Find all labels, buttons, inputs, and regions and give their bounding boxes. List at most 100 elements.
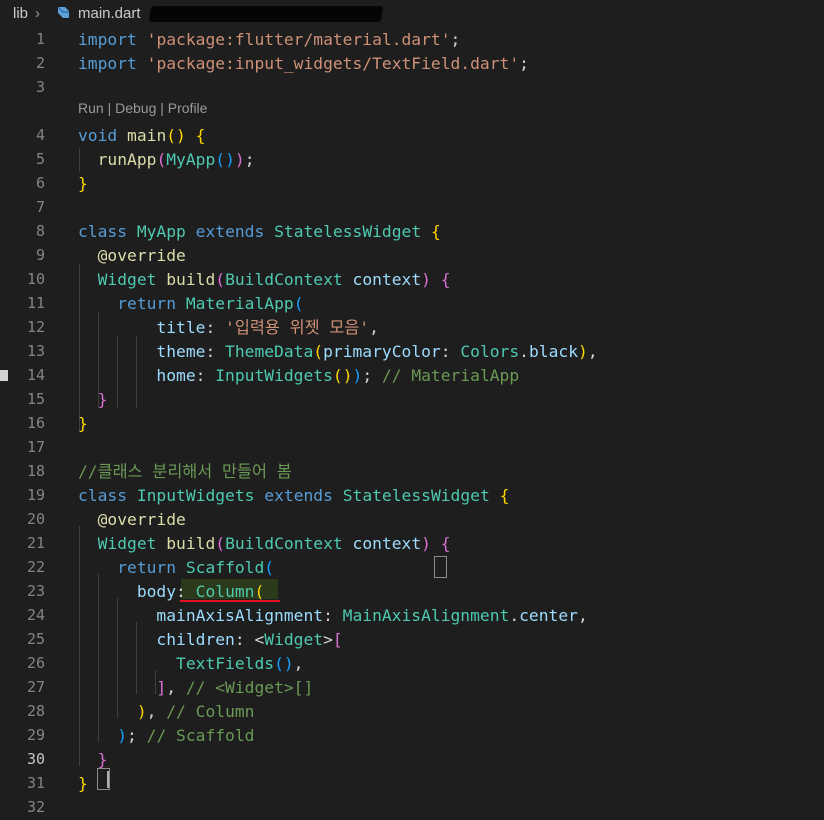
code-text: } bbox=[97, 390, 108, 409]
codelens-run-debug-profile[interactable]: Run | Debug | Profile bbox=[78, 100, 207, 116]
code-line[interactable]: 25 children: <Widget>[ bbox=[0, 628, 824, 652]
code-text: Widget build(BuildContext context) { bbox=[97, 270, 451, 289]
line-number: 31 bbox=[26, 774, 45, 792]
line-number: 15 bbox=[26, 390, 45, 408]
code-line[interactable]: 29 ); // Scaffold bbox=[0, 724, 824, 748]
code-text: theme: ThemeData(primaryColor: Colors.bl… bbox=[156, 342, 598, 361]
code-text: Widget build(BuildContext context) { bbox=[97, 534, 451, 553]
text-cursor bbox=[107, 771, 109, 788]
code-text: runApp(MyApp()); bbox=[97, 150, 255, 169]
line-number: 5 bbox=[35, 150, 45, 168]
line-number: 17 bbox=[26, 438, 45, 456]
code-line[interactable]: 20 @override bbox=[0, 508, 824, 532]
line-number: 25 bbox=[26, 630, 45, 648]
code-line[interactable]: 8 class MyApp extends StatelessWidget { bbox=[0, 220, 824, 244]
line-number: 11 bbox=[26, 294, 45, 312]
code-line[interactable]: 19 class InputWidgets extends StatelessWi… bbox=[0, 484, 824, 508]
code-line[interactable]: 28 ), // Column bbox=[0, 700, 824, 724]
line-number: 7 bbox=[35, 198, 45, 216]
code-text: return MaterialApp( bbox=[117, 294, 304, 313]
line-number: 16 bbox=[26, 414, 45, 432]
line-number: 21 bbox=[26, 534, 45, 552]
code-text: ); // Scaffold bbox=[117, 726, 255, 745]
error-squiggle bbox=[180, 600, 280, 602]
code-line[interactable]: 13 theme: ThemeData(primaryColor: Colors… bbox=[0, 340, 824, 364]
code-text: TextFields(), bbox=[176, 654, 304, 673]
breadcrumb-separator: › bbox=[35, 5, 40, 22]
redacted-breadcrumb bbox=[148, 6, 384, 22]
code-text: } bbox=[97, 750, 108, 769]
line-number: 30 bbox=[26, 750, 45, 768]
code-line[interactable]: 24 mainAxisAlignment: MainAxisAlignment.… bbox=[0, 604, 824, 628]
code-text: home: InputWidgets()); // MaterialApp bbox=[156, 366, 520, 385]
code-line[interactable]: 31} bbox=[0, 772, 824, 796]
code-line[interactable]: 21 Widget build(BuildContext context) { bbox=[0, 532, 824, 556]
code-text: children: <Widget>[ bbox=[156, 630, 343, 649]
line-number: 32 bbox=[26, 798, 45, 816]
code-line[interactable]: 14 home: InputWidgets()); // MaterialApp bbox=[0, 364, 824, 388]
line-number: 14 bbox=[26, 366, 45, 384]
code-line[interactable]: 32 bbox=[0, 796, 824, 820]
code-text: return Scaffold( bbox=[117, 558, 275, 577]
line-number: 6 bbox=[35, 174, 45, 192]
code-text: @override bbox=[97, 246, 186, 265]
line-number: 8 bbox=[35, 222, 45, 240]
line-number: 23 bbox=[26, 582, 45, 600]
line-number: 12 bbox=[26, 318, 45, 336]
code-text: //클래스 분리해서 만들어 봄 bbox=[78, 462, 292, 481]
code-line[interactable]: 9 @override bbox=[0, 244, 824, 268]
code-line[interactable]: 17 bbox=[0, 436, 824, 460]
code-text: import 'package:flutter/material.dart'; bbox=[78, 30, 461, 49]
code-line[interactable]: 22 return Scaffold( bbox=[0, 556, 824, 580]
line-number: 26 bbox=[26, 654, 45, 672]
code-line[interactable]: 6} bbox=[0, 172, 824, 196]
code-line[interactable]: 16} bbox=[0, 412, 824, 436]
code-line[interactable]: 23 body: Column( bbox=[0, 580, 824, 604]
line-number: 18 bbox=[26, 462, 45, 480]
code-text: ], // <Widget>[] bbox=[156, 678, 314, 697]
breadcrumb-folder[interactable]: lib bbox=[13, 5, 28, 22]
code-text: @override bbox=[97, 510, 186, 529]
code-line[interactable]: 26 TextFields(), bbox=[0, 652, 824, 676]
code-line[interactable]: 1 import 'package:flutter/material.dart'; bbox=[0, 28, 824, 52]
breadcrumb: lib › main.dart › bbox=[0, 0, 824, 30]
code-line[interactable]: 30 } bbox=[0, 748, 824, 772]
line-number: 24 bbox=[26, 606, 45, 624]
breadcrumb-file[interactable]: main.dart bbox=[78, 5, 141, 22]
code-text: } bbox=[78, 774, 88, 793]
code-line[interactable]: 27 ], // <Widget>[] bbox=[0, 676, 824, 700]
line-number: 4 bbox=[35, 126, 45, 144]
code-line[interactable]: 10 Widget build(BuildContext context) { bbox=[0, 268, 824, 292]
code-line[interactable]: 15 } bbox=[0, 388, 824, 412]
line-number: 29 bbox=[26, 726, 45, 744]
code-text: class InputWidgets extends StatelessWidg… bbox=[78, 486, 510, 505]
code-text: ), // Column bbox=[136, 702, 255, 721]
line-number: 19 bbox=[26, 486, 45, 504]
code-line[interactable]: 11 return MaterialApp( bbox=[0, 292, 824, 316]
code-text: } bbox=[78, 414, 88, 433]
code-line[interactable]: 18 //클래스 분리해서 만들어 봄 bbox=[0, 460, 824, 484]
code-text: void main() { bbox=[78, 126, 206, 145]
code-line[interactable]: 4 void main() { bbox=[0, 124, 824, 148]
line-number: 10 bbox=[26, 270, 45, 288]
dart-file-icon bbox=[57, 6, 69, 18]
code-text: mainAxisAlignment: MainAxisAlignment.cen… bbox=[156, 606, 588, 625]
code-line[interactable]: 3 bbox=[0, 76, 824, 100]
line-number: 3 bbox=[35, 78, 45, 96]
line-number: 2 bbox=[35, 54, 45, 72]
code-text: } bbox=[78, 174, 88, 193]
code-text: class MyApp extends StatelessWidget { bbox=[78, 222, 441, 241]
code-line[interactable]: 7 bbox=[0, 196, 824, 220]
code-text: title: '입력용 위젯 모음', bbox=[156, 318, 379, 337]
line-number: 20 bbox=[26, 510, 45, 528]
code-line[interactable]: 5 runApp(MyApp()); bbox=[0, 148, 824, 172]
line-number: 1 bbox=[35, 30, 45, 48]
line-number: 28 bbox=[26, 702, 45, 720]
code-line[interactable]: 12 title: '입력용 위젯 모음', bbox=[0, 316, 824, 340]
line-number: 27 bbox=[26, 678, 45, 696]
code-editor[interactable]: Run | Debug | Profile 1 import 'package:f… bbox=[0, 28, 824, 816]
code-line[interactable]: 2 import 'package:input_widgets/TextField… bbox=[0, 52, 824, 76]
line-number: 9 bbox=[35, 246, 45, 264]
line-number: 13 bbox=[26, 342, 45, 360]
code-text: import 'package:input_widgets/TextField.… bbox=[78, 54, 529, 73]
